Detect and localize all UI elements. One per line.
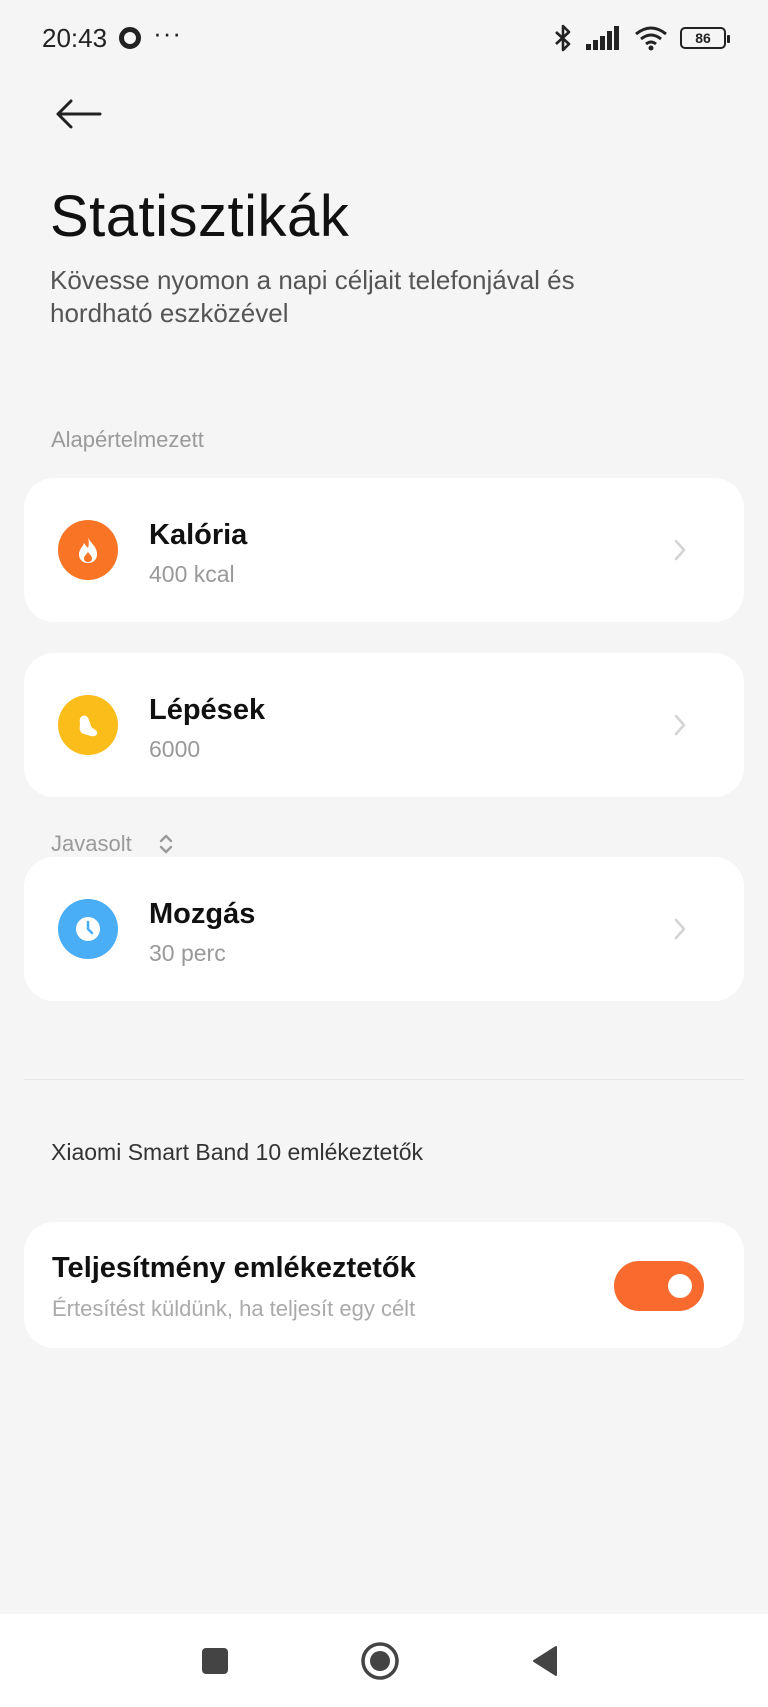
goal-card-steps[interactable]: Lépések 6000 xyxy=(24,653,744,797)
toggle-knob xyxy=(668,1274,692,1298)
home-button[interactable] xyxy=(357,1638,403,1684)
goal-value: 6000 xyxy=(149,736,201,762)
sort-updown-icon xyxy=(159,834,172,854)
back-triangle-icon xyxy=(533,1646,557,1676)
system-back-button[interactable] xyxy=(522,1638,568,1684)
goal-value: 30 perc xyxy=(149,940,226,966)
signal-icon xyxy=(586,26,619,50)
status-left: 20:43 ··· xyxy=(42,18,182,54)
goal-card-movement[interactable]: Mozgás 30 perc xyxy=(24,857,744,1001)
page-subtitle: Kövesse nyomon a napi céljait telefonjáv… xyxy=(50,265,575,328)
footprint-icon xyxy=(58,695,118,755)
chevron-right-icon xyxy=(674,539,686,561)
goal-card-calories[interactable]: Kalória 400 kcal xyxy=(24,478,744,622)
recents-square-icon xyxy=(202,1648,228,1674)
battery-level: 86 xyxy=(695,30,711,46)
home-circle-icon xyxy=(361,1642,399,1680)
notification-ring-icon xyxy=(119,27,142,49)
navigation-bar xyxy=(0,1614,768,1707)
back-button[interactable] xyxy=(52,88,104,140)
toggle-description: Értesítést küldünk, ha teljesít egy célt xyxy=(52,1296,416,1321)
goal-value: 400 kcal xyxy=(149,561,235,587)
status-right: 86 xyxy=(552,24,730,52)
recents-button[interactable] xyxy=(192,1638,238,1684)
chevron-right-icon xyxy=(674,714,686,736)
more-notifications-icon: ··· xyxy=(153,17,183,48)
goal-title: Mozgás xyxy=(149,898,256,930)
wifi-icon xyxy=(635,26,667,51)
section-label-suggested[interactable]: Javasolt xyxy=(51,831,174,857)
goal-title: Kalória xyxy=(149,519,248,551)
section-label-text: Javasolt xyxy=(51,831,132,856)
achievement-reminders-card[interactable]: Teljesítmény emlékeztetők Értesítést kül… xyxy=(24,1222,744,1348)
divider xyxy=(24,1079,744,1080)
section-label-default: Alapértelmezett xyxy=(51,427,204,452)
arrow-left-icon xyxy=(56,99,102,129)
achievement-reminders-toggle[interactable] xyxy=(614,1261,704,1311)
status-bar: 20:43 ··· 86 xyxy=(0,0,768,76)
chevron-right-icon xyxy=(674,918,686,940)
status-time: 20:43 xyxy=(42,22,108,53)
bluetooth-icon xyxy=(555,24,571,52)
battery-icon: 86 xyxy=(680,27,730,49)
toggle-title: Teljesítmény emlékeztetők xyxy=(52,1252,416,1284)
clock-icon xyxy=(58,899,118,959)
band-reminders-header: Xiaomi Smart Band 10 emlékeztetők xyxy=(51,1139,424,1165)
goal-title: Lépések xyxy=(149,694,266,726)
flame-icon xyxy=(58,520,118,580)
page-title: Statisztikák xyxy=(50,184,350,249)
